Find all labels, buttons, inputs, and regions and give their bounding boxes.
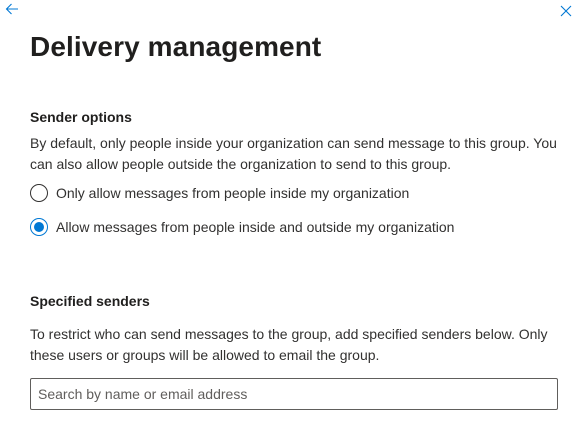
close-button[interactable] <box>558 3 574 19</box>
radio-unchecked-icon[interactable] <box>30 184 48 202</box>
radio-inside-and-outside[interactable]: Allow messages from people inside and ou… <box>30 217 454 237</box>
radio-inside-and-outside-label: Allow messages from people inside and ou… <box>56 219 455 235</box>
search-input[interactable] <box>30 378 558 410</box>
sender-options-heading: Sender options <box>30 109 132 125</box>
close-icon <box>560 5 572 17</box>
radio-dot <box>34 222 44 232</box>
back-button[interactable] <box>4 1 20 17</box>
arrow-left-icon <box>5 3 18 15</box>
radio-inside-only[interactable]: Only allow messages from people inside m… <box>30 183 409 203</box>
radio-checked-icon[interactable] <box>30 218 48 236</box>
sender-options-description: By default, only people inside your orga… <box>30 135 557 172</box>
page-title: Delivery management <box>30 31 322 62</box>
radio-inside-only-label: Only allow messages from people inside m… <box>56 185 410 201</box>
specified-senders-heading: Specified senders <box>30 293 150 309</box>
specified-senders-description: To restrict who can send messages to the… <box>30 326 548 363</box>
delivery-management-panel: Delivery management Sender options By de… <box>0 0 584 427</box>
